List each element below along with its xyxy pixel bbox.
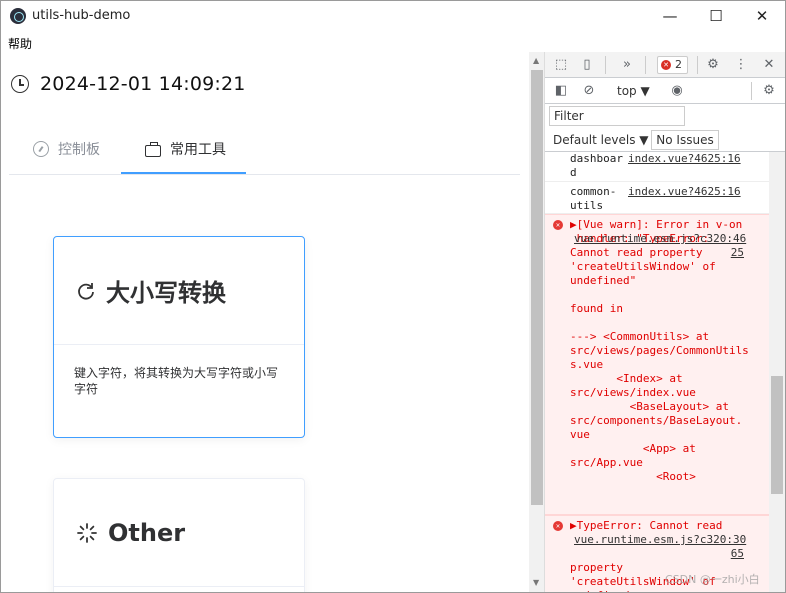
- tab-dashboard-label: 控制板: [58, 142, 100, 158]
- default-levels-label: Default levels: [553, 133, 636, 147]
- tool-card-other[interactable]: Other: [53, 478, 305, 592]
- log-source-link[interactable]: index.vue?4625:16: [628, 152, 741, 166]
- menu-bar: 帮助: [1, 32, 529, 52]
- scroll-up-icon[interactable]: ▲: [533, 56, 539, 65]
- context-selector[interactable]: top ▼: [617, 82, 650, 100]
- card-description: 键入字符，将其转换为大写字符或小写字符: [74, 366, 279, 396]
- levels-row: Default levels ▼ No Issues: [545, 128, 785, 152]
- error-entry: ✕ ▶[Vue warn]: Error in v-on handler: "T…: [545, 214, 769, 515]
- app-window: utils-hub-demo — ☐ ✕ 帮助 2024-12-01 14:09…: [0, 0, 786, 593]
- tool-card-case-convert[interactable]: 大小写转换 键入字符，将其转换为大写字符或小写字符: [53, 236, 305, 438]
- tab-bar: 控制板 常用工具: [9, 124, 520, 175]
- error-source-link[interactable]: vue.runtime.esm.js?c320:30 65: [574, 533, 746, 561]
- filter-input[interactable]: Filter: [549, 106, 685, 126]
- devtools-main-toolbar: ⬚ ▯ » 2 ⚙ ⋮ ✕: [545, 52, 785, 78]
- briefcase-icon: [145, 141, 161, 157]
- error-source-link[interactable]: vue.runtime.esm.js?c320:46 25: [574, 232, 746, 260]
- console-output: dashboar d index.vue?4625:16 common- uti…: [545, 152, 769, 592]
- scroll-down-icon[interactable]: ▼: [533, 578, 539, 587]
- console-scrollbar[interactable]: [769, 152, 785, 592]
- error-icon: ✕: [553, 521, 563, 531]
- clear-console-icon[interactable]: ⊘: [581, 83, 597, 99]
- console-toolbar: ◧ ⊘ top ▼ ◉ ⚙: [545, 78, 785, 104]
- close-button[interactable]: ✕: [739, 1, 785, 32]
- log-message: dashboar d: [570, 152, 623, 179]
- inspect-element-icon[interactable]: ⬚: [553, 57, 569, 73]
- tab-dashboard[interactable]: 控制板: [33, 124, 100, 174]
- clock: 2024-12-01 14:09:21: [11, 72, 246, 96]
- clock-datetime: 2024-12-01 14:09:21: [40, 73, 246, 95]
- error-count-badge[interactable]: 2: [657, 56, 688, 74]
- loading-icon: [77, 522, 97, 543]
- eye-icon[interactable]: ◉: [669, 83, 685, 99]
- toolbar-divider: [697, 56, 698, 74]
- refresh-icon: [78, 282, 95, 300]
- default-levels-dropdown[interactable]: Default levels ▼: [553, 132, 649, 148]
- electron-app-icon: [10, 8, 26, 24]
- window-title: utils-hub-demo: [32, 8, 131, 23]
- devtools-panel: ▲ ▼ ⬚ ▯ » 2 ⚙ ⋮ ✕ ◧ ⊘ top ▼ ◉: [529, 52, 785, 592]
- error-icon: ✕: [553, 220, 563, 230]
- card-title: 大小写转换: [106, 279, 226, 307]
- active-tab-indicator: [121, 172, 246, 174]
- kebab-menu-icon[interactable]: ⋮: [733, 57, 749, 73]
- log-source-link[interactable]: index.vue?4625:16: [628, 185, 741, 199]
- tab-common-tools[interactable]: 常用工具: [145, 124, 226, 174]
- app-scrollbar-thumb[interactable]: [531, 70, 543, 505]
- toolbar-divider: [751, 82, 752, 100]
- sidebar-toggle-icon[interactable]: ◧: [553, 83, 569, 99]
- device-toggle-icon[interactable]: ▯: [579, 57, 595, 73]
- maximize-button[interactable]: ☐: [693, 1, 739, 32]
- close-devtools-icon[interactable]: ✕: [761, 57, 777, 73]
- card-header: 大小写转换: [54, 237, 304, 345]
- filter-row: Filter: [545, 104, 785, 128]
- console-scrollbar-thumb[interactable]: [771, 376, 783, 494]
- minimize-button[interactable]: —: [647, 1, 693, 32]
- log-entry: common- utils index.vue?4625:16: [545, 182, 769, 214]
- toolbar-divider: [645, 56, 646, 74]
- context-selector-value: top: [617, 84, 637, 98]
- log-entry: dashboar d index.vue?4625:16: [545, 152, 769, 182]
- title-bar: utils-hub-demo — ☐ ✕: [1, 1, 785, 32]
- devtools-main: ⬚ ▯ » 2 ⚙ ⋮ ✕ ◧ ⊘ top ▼ ◉ ⚙ Filter: [545, 52, 785, 592]
- toolbar-divider: [605, 56, 606, 74]
- card-header: Other: [54, 479, 304, 587]
- watermark: CSDN @一zhi小白: [665, 573, 760, 586]
- no-issues-button[interactable]: No Issues: [651, 130, 719, 150]
- clock-icon: [11, 75, 29, 93]
- console-settings-gear-icon[interactable]: ⚙: [761, 83, 777, 99]
- app-content: 2024-12-01 14:09:21 控制板 常用工具 大小写转换 键入字符，…: [1, 52, 529, 592]
- gauge-icon: [33, 141, 49, 157]
- app-scrollbar[interactable]: ▲ ▼: [529, 52, 545, 592]
- more-tabs-icon[interactable]: »: [619, 57, 635, 73]
- tab-common-tools-label: 常用工具: [170, 142, 226, 158]
- card-title: Other: [108, 518, 186, 547]
- log-message: common- utils: [570, 185, 617, 212]
- menu-help[interactable]: 帮助: [8, 35, 32, 52]
- gear-icon[interactable]: ⚙: [705, 57, 721, 73]
